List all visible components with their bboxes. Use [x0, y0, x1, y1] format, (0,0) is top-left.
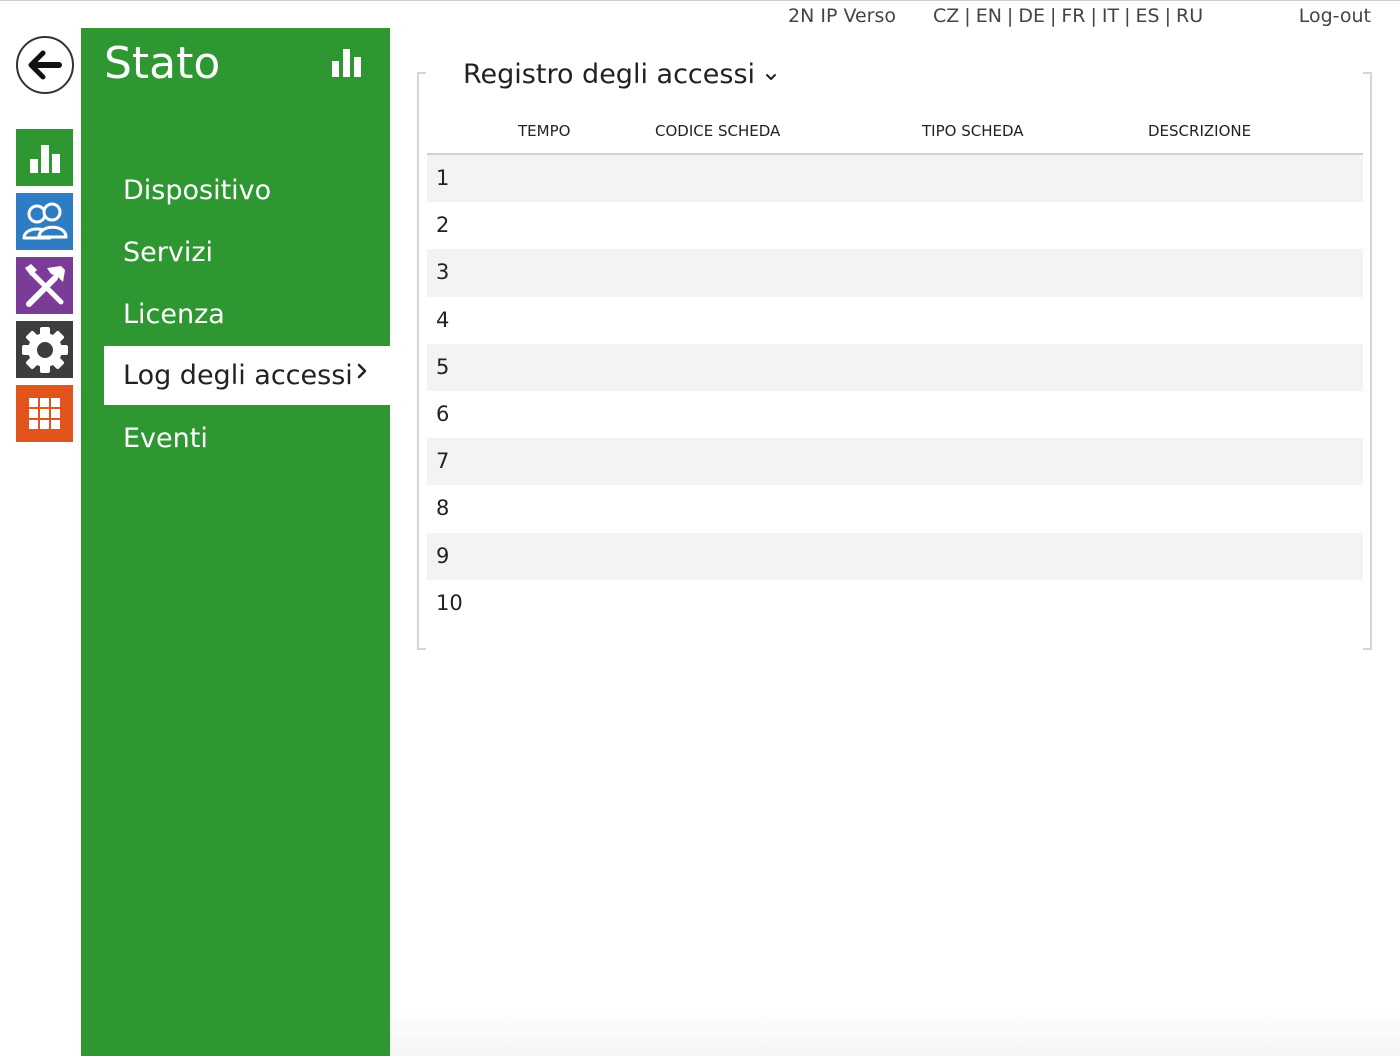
table-row[interactable]: 10 [427, 580, 1363, 627]
lang-separator: | [1124, 5, 1131, 27]
column-header-tempo[interactable]: TEMPO [518, 122, 570, 140]
row-number: 7 [436, 449, 450, 474]
tools-icon [24, 263, 65, 307]
column-header-tipo-scheda[interactable]: TIPO SCHEDA [922, 122, 1024, 140]
rail-status-tile[interactable] [16, 129, 73, 186]
lang-es[interactable]: ES [1136, 5, 1160, 27]
column-header-codice-scheda[interactable]: CODICE SCHEDA [655, 122, 780, 140]
section-title-dropdown[interactable]: Registro degli accessi [463, 59, 777, 90]
rail-users-tile[interactable] [16, 193, 73, 250]
status-chart-icon [29, 144, 60, 173]
lang-ru[interactable]: RU [1176, 5, 1203, 27]
table-row[interactable]: 8 [427, 485, 1363, 532]
row-number: 6 [436, 401, 450, 426]
table-row[interactable]: 5 [427, 343, 1363, 391]
nav-item-eventi[interactable]: Eventi [104, 409, 390, 468]
table-row[interactable]: 9 [427, 532, 1363, 580]
status-chart-icon [332, 49, 361, 77]
nav-item-label: Eventi [123, 423, 208, 454]
lang-cz[interactable]: CZ [933, 5, 959, 27]
lang-de[interactable]: DE [1018, 5, 1045, 27]
panel-title: Stato [104, 38, 221, 89]
row-number: 9 [436, 543, 450, 568]
lang-it[interactable]: IT [1102, 5, 1119, 27]
row-number: 10 [436, 590, 463, 615]
rail-system-tile[interactable] [16, 385, 73, 442]
table-row[interactable]: 1 [427, 155, 1363, 203]
grid-icon [28, 397, 60, 429]
column-header-descrizione[interactable]: DESCRIZIONE [1148, 122, 1251, 140]
table-row[interactable]: 6 [427, 391, 1363, 438]
back-button[interactable] [16, 36, 74, 94]
frame-bracket-left [417, 72, 426, 650]
chevron-right-icon [357, 363, 367, 379]
table-header: TEMPO CODICE SCHEDA TIPO SCHEDA DESCRIZI… [427, 110, 1363, 155]
row-number: 5 [436, 354, 450, 379]
bottom-fade [390, 1011, 1400, 1056]
access-log-table: TEMPO CODICE SCHEDA TIPO SCHEDA DESCRIZI… [427, 110, 1363, 627]
nav-item-log-accessi[interactable]: Log degli accessi [104, 346, 390, 405]
gear-icon [21, 326, 68, 373]
section-title: Registro degli accessi [463, 59, 756, 90]
logout-link[interactable]: Log-out [1299, 5, 1371, 27]
table-row[interactable]: 3 [427, 249, 1363, 297]
nav-item-label: Dispositivo [123, 175, 272, 206]
rail-hardware-tile[interactable] [16, 321, 73, 378]
table-row[interactable]: 4 [427, 297, 1363, 344]
lang-fr[interactable]: FR [1061, 5, 1085, 27]
row-number: 3 [436, 260, 450, 285]
nav-item-dispositivo[interactable]: Dispositivo [104, 161, 390, 220]
section-nav-panel: Stato Dispositivo Servizi Licenza Log de… [81, 28, 390, 1056]
row-number: 2 [436, 213, 450, 238]
table-body: 1 2 3 4 5 6 7 8 9 10 [427, 155, 1363, 627]
device-name: 2N IP Verso [788, 5, 896, 27]
language-selector: CZ | EN | DE | FR | IT | ES | RU [933, 5, 1203, 27]
top-bar: 2N IP Verso CZ | EN | DE | FR | IT | ES | RU Log-out [0, 1, 1400, 31]
row-number: 1 [436, 166, 450, 190]
frame-bracket-right [1363, 72, 1372, 650]
lang-separator: | [1049, 5, 1057, 27]
table-row[interactable]: 2 [427, 202, 1363, 249]
rail-services-tile[interactable] [16, 257, 73, 314]
lang-separator: | [964, 5, 971, 27]
lang-separator: | [1006, 5, 1014, 27]
back-arrow-icon [28, 50, 62, 80]
lang-separator: | [1164, 5, 1172, 27]
lang-separator: | [1090, 5, 1097, 27]
users-icon [22, 202, 67, 239]
row-number: 8 [436, 496, 450, 521]
nav-item-licenza[interactable]: Licenza [104, 285, 390, 344]
nav-item-servizi[interactable]: Servizi [104, 223, 390, 282]
row-number: 4 [436, 307, 450, 332]
nav-item-label: Licenza [123, 299, 225, 330]
nav-item-label: Servizi [123, 237, 214, 268]
lang-en[interactable]: EN [976, 5, 1002, 27]
table-row[interactable]: 7 [427, 438, 1363, 486]
chevron-down-icon [766, 73, 777, 80]
nav-item-label: Log degli accessi [123, 360, 353, 391]
